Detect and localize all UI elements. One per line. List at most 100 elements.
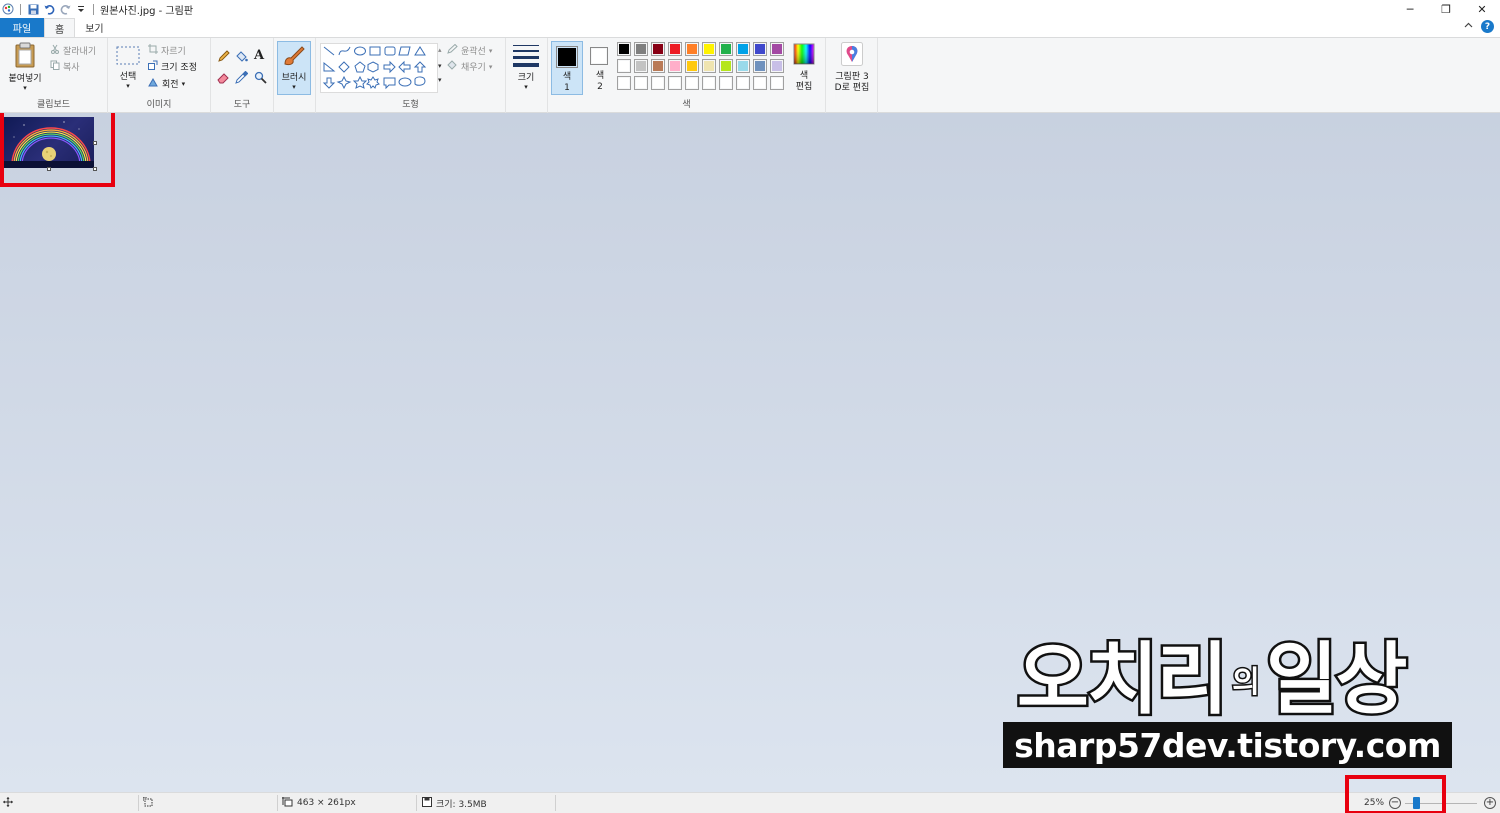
rotate-button[interactable]: 회전 ▾ <box>148 77 185 90</box>
palette-swatch[interactable] <box>668 42 682 56</box>
palette-swatch[interactable] <box>685 76 699 90</box>
watermark: 오치리 의 일상 sharp57dev.tistory.com <box>1003 621 1452 768</box>
palette-swatch[interactable] <box>770 42 784 56</box>
resize-icon <box>148 60 158 73</box>
palette-swatch[interactable] <box>651 76 665 90</box>
text-tool-icon[interactable]: A <box>254 48 264 63</box>
status-bar: 463 × 261px 크기: 3.5MB 25% − + <box>0 775 1500 813</box>
palette-swatch[interactable] <box>634 76 648 90</box>
palette-swatch[interactable] <box>651 42 665 56</box>
palette-swatch[interactable] <box>634 59 648 73</box>
palette-swatch[interactable] <box>651 59 665 73</box>
palette-swatch[interactable] <box>736 76 750 90</box>
color2-label: 색 2 <box>586 71 614 93</box>
paste-button[interactable]: 붙여넣기 ▾ <box>4 42 46 92</box>
colors-group-label: 색 <box>682 100 691 110</box>
fill-button[interactable]: 채우기 ▾ <box>447 60 492 73</box>
palette-swatch[interactable] <box>702 76 716 90</box>
save-icon[interactable] <box>27 3 39 15</box>
paste-dropdown-icon[interactable]: ▾ <box>23 84 27 92</box>
copy-button[interactable]: 복사 <box>50 60 80 73</box>
palette-swatch[interactable] <box>702 42 716 56</box>
help-button[interactable]: ? <box>1481 20 1494 33</box>
palette-swatch[interactable] <box>634 42 648 56</box>
palette-swatch[interactable] <box>753 42 767 56</box>
paste-label: 붙여넣기 <box>8 74 42 84</box>
palette-swatch[interactable] <box>770 76 784 90</box>
palette-swatch[interactable] <box>736 59 750 73</box>
palette-swatch[interactable] <box>668 76 682 90</box>
paint-app-icon[interactable] <box>2 3 14 15</box>
outline-dropdown-icon[interactable]: ▾ <box>489 47 493 55</box>
pencil-icon[interactable] <box>217 50 230 66</box>
palette-swatch-color <box>687 78 697 88</box>
crop-button[interactable]: 자르기 <box>148 44 186 57</box>
palette-swatch[interactable] <box>753 76 767 90</box>
palette-swatch[interactable] <box>719 42 733 56</box>
minimize-ribbon-chevron-icon[interactable] <box>1464 21 1473 33</box>
palette-swatch[interactable] <box>719 76 733 90</box>
group-tools: A 도구 <box>211 38 274 113</box>
palette-swatch[interactable] <box>668 59 682 73</box>
palette-swatch[interactable] <box>685 59 699 73</box>
size-label: 크기 <box>517 73 535 83</box>
edit-colors-button[interactable]: 색 편집 <box>790 42 818 96</box>
size-dropdown-icon[interactable]: ▾ <box>524 83 528 91</box>
palette-swatch[interactable] <box>736 42 750 56</box>
color2-swatch <box>590 47 608 65</box>
brushes-dropdown-icon[interactable]: ▾ <box>292 83 296 91</box>
color1-button[interactable]: 색 1 <box>551 41 583 95</box>
outline-button[interactable]: 윤곽선 ▾ <box>447 43 493 57</box>
palette-swatch[interactable] <box>617 42 631 56</box>
paint3d-label-line1: 그림판 3 <box>835 72 869 82</box>
palette-swatch[interactable] <box>702 59 716 73</box>
resize-button[interactable]: 크기 조정 <box>148 60 197 73</box>
select-dropdown-icon[interactable]: ▾ <box>126 82 130 90</box>
palette-swatch[interactable] <box>617 59 631 73</box>
brushes-button[interactable]: 브러시 ▾ <box>277 41 311 95</box>
palette-swatch-color <box>738 78 748 88</box>
redo-icon[interactable] <box>59 3 71 15</box>
crop-label: 자르기 <box>161 47 186 57</box>
watermark-title-part2: 의 <box>1231 664 1262 702</box>
palette-swatch-color <box>619 61 629 71</box>
minimize-button[interactable]: ─ <box>1392 0 1428 18</box>
close-button[interactable]: ✕ <box>1464 0 1500 18</box>
color-picker-icon[interactable] <box>235 70 249 87</box>
canvas-workspace[interactable]: 오치리 의 일상 sharp57dev.tistory.com <box>0 113 1500 792</box>
palette-swatch-color <box>755 61 765 71</box>
tab-view[interactable]: 보기 <box>75 18 113 37</box>
eraser-icon[interactable] <box>217 71 230 87</box>
shapes-scroll-down-icon[interactable]: ▾ <box>438 62 442 70</box>
rotate-dropdown-icon[interactable]: ▾ <box>182 80 186 88</box>
select-button[interactable]: 선택 ▾ <box>114 46 142 90</box>
palette-swatch[interactable] <box>770 59 784 73</box>
palette-swatch[interactable] <box>719 59 733 73</box>
palette-swatch[interactable] <box>617 76 631 90</box>
shapes-scroll-up-icon[interactable]: ▴ <box>438 46 442 54</box>
tab-file[interactable]: 파일 <box>0 18 44 37</box>
palette-swatch[interactable] <box>685 42 699 56</box>
palette-swatch[interactable] <box>753 59 767 73</box>
copy-label: 복사 <box>63 63 80 73</box>
shapes-expand-icon[interactable]: ▾ <box>438 76 442 84</box>
palette-swatch-color <box>653 44 663 54</box>
shapes-gallery[interactable] <box>320 43 438 93</box>
fill-bucket-icon[interactable] <box>235 50 248 66</box>
select-rectangle-icon <box>116 46 140 69</box>
size-button[interactable]: 크기 ▾ <box>511 43 541 91</box>
magnifier-icon[interactable] <box>254 71 267 87</box>
undo-icon[interactable] <box>43 3 55 15</box>
outline-label: 윤곽선 <box>461 47 486 57</box>
resize-label: 크기 조정 <box>161 63 197 73</box>
tab-home[interactable]: 홈 <box>44 18 76 37</box>
cut-button[interactable]: 잘라내기 <box>50 44 96 57</box>
customize-qat-chevron-icon[interactable] <box>75 3 87 15</box>
palette-swatch-color <box>636 78 646 88</box>
zoom-in-button[interactable]: + <box>1484 797 1496 809</box>
fill-dropdown-icon[interactable]: ▾ <box>489 63 493 71</box>
edit-with-paint3d-button[interactable]: 그림판 3 D로 편집 <box>829 42 875 94</box>
restore-button[interactable]: ❐ <box>1428 0 1464 18</box>
color2-button[interactable]: 색 2 <box>586 41 614 95</box>
clipboard-group-label: 클립보드 <box>36 100 71 110</box>
